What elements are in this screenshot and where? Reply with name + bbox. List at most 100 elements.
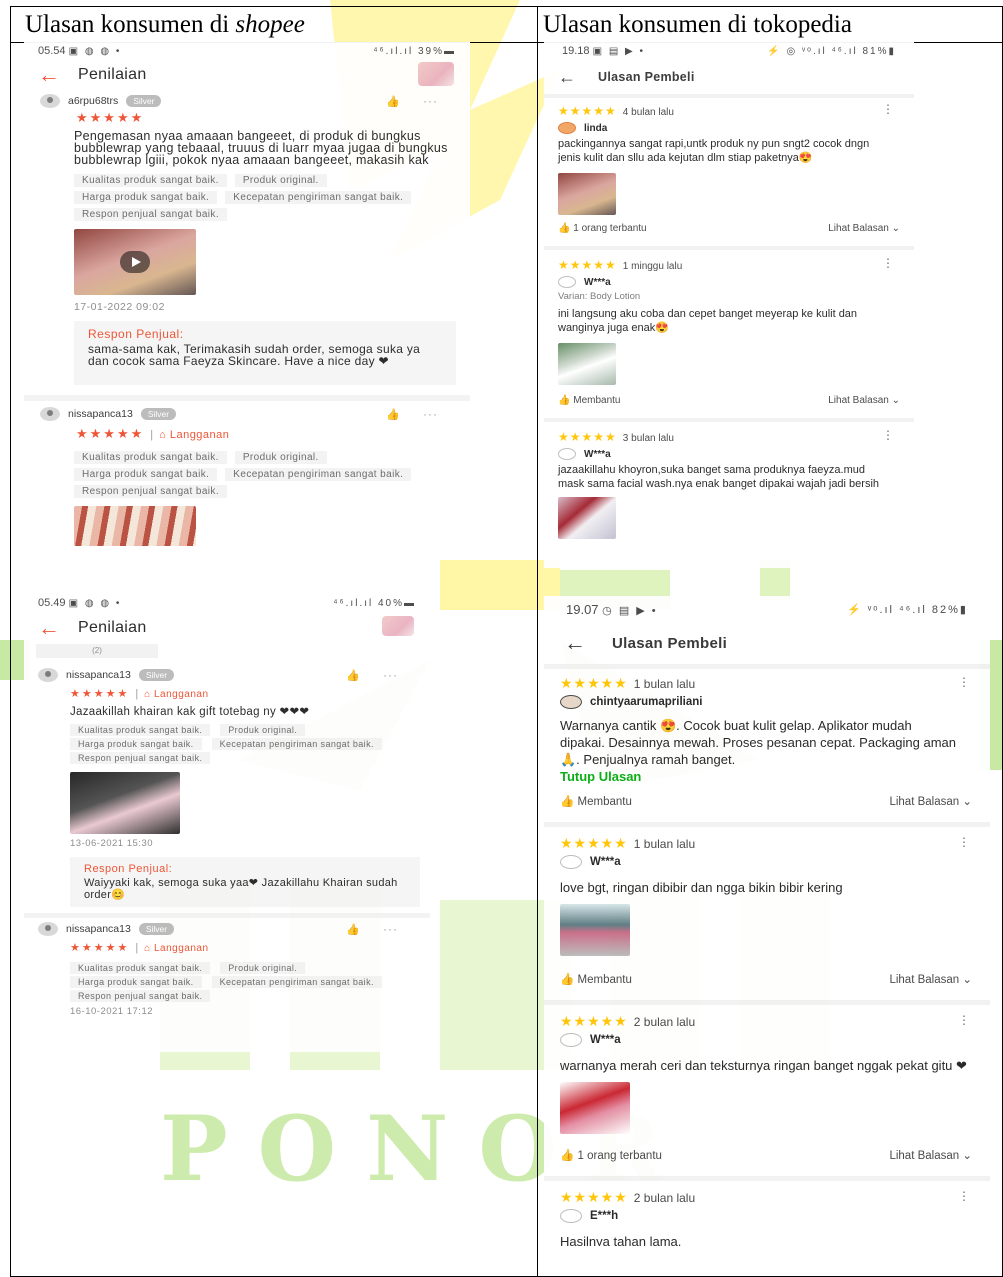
app-bar: ← Penilaian [24,60,470,90]
avatar [560,1033,582,1047]
username: linda [584,122,608,134]
back-arrow-icon[interactable]: ← [38,617,60,639]
review-user: a6rpu68trs Silver 👍 ··· [40,94,456,108]
rating-row: ★★★★★ | ⌂ Langganan [76,426,230,441]
tag-quality: Kualitas produk sangat baik. [74,451,227,464]
tokopedia-screenshot-2: 19.07 ◷ ▤ ▶ • ⚡ ᵛᵒ.ıl ⁴⁶.ıl 82%▮ ← Ulasa… [544,596,990,1246]
more-options-icon[interactable]: ··· [383,668,398,682]
page-title: Penilaian [78,619,147,636]
review-date: 17-01-2022 09:02 [74,301,165,313]
review-footer: 👍 1 orang terbantu Lihat Balasan ⌄ [558,223,900,234]
subscriber-label: ⌂ Langganan [159,429,230,441]
review-photo[interactable] [558,497,616,539]
helpful-button[interactable]: 👍 Membantu [560,794,632,808]
review-photo[interactable] [558,173,616,215]
play-icon [120,251,150,273]
back-arrow-icon[interactable]: ← [564,632,586,654]
review-tags: Kualitas produk sangat baik. Produk orig… [74,451,454,498]
helpful-button[interactable]: 👍 Membantu [558,395,620,406]
like-icon[interactable]: 👍 [346,923,360,936]
filter-chip[interactable]: (2) [36,644,158,658]
review-item: ★★★★★ 1 bulan lalu ⋮ chintyaarumapriliani… [544,669,990,808]
review-text: ini langsung aku coba dan cepet banget m… [558,308,858,334]
seller-response-title: Respon Penjual: [88,327,184,341]
review-user: chintyaarumapriliani [560,695,972,709]
review-footer: 👍 Membantu Lihat Balasan ⌄ [560,972,972,986]
like-icon[interactable]: 👍 [386,408,400,421]
tag-response: Respon penjual sangat baik. [74,485,228,498]
tag-quality: Kualitas produk sangat baik. [70,962,211,974]
kebab-menu-icon[interactable]: ⋮ [958,675,970,689]
back-arrow-icon[interactable]: ← [38,64,60,86]
review-photo[interactable] [74,506,196,546]
helpful-button[interactable]: 👍 Membantu [560,972,632,986]
review-item: a6rpu68trs Silver 👍 ··· ★★★★★ Pengemasan… [24,90,470,385]
review-item: nissapanca13 Silver 👍 ··· ★★★★★ | ⌂ Langga… [24,658,430,907]
review-time: 2 bulan lalu [633,1015,696,1029]
member-badge: Silver [140,408,177,420]
review-text: Hasilnya tahan lama. [560,1234,682,1246]
rating-stars: ★★★★★ [560,1013,628,1029]
rating-row: ★★★★★ | ⌂ Langganan [70,688,209,700]
view-reply-button[interactable]: Lihat Balasan ⌄ [889,972,972,986]
review-footer: 👍 Membantu Lihat Balasan ⌄ [560,794,972,808]
avatar [560,855,582,869]
subscriber-label: ⌂ Langganan [144,689,209,700]
helpful-button[interactable]: 👍 1 orang terbantu [558,223,647,234]
rating-stars: ★★★★★ [558,430,617,444]
view-reply-button[interactable]: Lihat Balasan ⌄ [828,223,900,234]
page-title: Penilaian [78,66,147,83]
product-thumbnail[interactable] [418,62,454,86]
view-reply-button[interactable]: Lihat Balasan ⌄ [828,395,900,406]
review-user: nissapanca13 Silver 👍 ··· [38,922,416,936]
kebab-menu-icon[interactable]: ⋮ [958,1013,970,1027]
helpful-button[interactable]: 👍 1 orang terbantu [560,1148,662,1162]
review-photo[interactable] [560,1082,630,1134]
app-bar: ← Ulasan Pembeli [544,60,914,94]
avatar [38,668,58,682]
review-item: ★★★★★ 1 bulan lalu ⋮ W***a love bgt, ring… [544,827,990,986]
avatar [558,276,576,288]
avatar [560,1209,582,1223]
back-arrow-icon[interactable]: ← [558,68,576,86]
app-bar: ← Penilaian [24,614,430,642]
username: chintyaarumapriliani [590,696,703,708]
review-user: E***h [560,1209,972,1223]
username: W***a [584,276,611,288]
member-badge: Silver [138,923,175,935]
kebab-menu-icon[interactable]: ⋮ [882,256,894,270]
like-icon[interactable]: 👍 [386,95,400,108]
rating-stars: ★★★★★ [560,835,628,851]
review-photo[interactable] [558,343,616,385]
tag-price: Harga produk sangat baik. [74,468,218,481]
username: W***a [590,856,621,868]
rating-stars: ★★★★★ [560,675,628,691]
more-options-icon[interactable]: ··· [423,94,438,108]
rating-stars: ★★★★★ [558,104,617,118]
tag-original: Produk original. [220,724,306,736]
view-reply-button[interactable]: Lihat Balasan ⌄ [889,794,972,808]
review-photo[interactable] [560,904,630,956]
collapse-review-link[interactable]: Tutup Ulasan [560,769,972,784]
username: E***h [590,1210,619,1222]
product-thumbnail[interactable] [382,616,414,636]
review-photo[interactable] [70,772,180,834]
seller-response: Respon Penjual: Waiyyaki kak, semoga suk… [70,857,420,907]
variant-label: Varian: Body Lotion [558,291,641,302]
tag-shipping: Kecepatan pengiriman sangat baik. [225,468,412,481]
kebab-menu-icon[interactable]: ⋮ [958,1189,970,1203]
review-video-thumbnail[interactable] [74,229,196,295]
more-options-icon[interactable]: ··· [383,922,398,936]
kebab-menu-icon[interactable]: ⋮ [958,835,970,849]
view-reply-button[interactable]: Lihat Balasan ⌄ [889,1148,972,1162]
more-options-icon[interactable]: ··· [423,407,438,421]
shopee-screenshot-2: 05.49 ▣ ◍ ◍ • ⁴⁶.ıl.ıl 40%▬ ← Penilaian … [24,592,430,1052]
like-icon[interactable]: 👍 [346,669,360,682]
kebab-menu-icon[interactable]: ⋮ [882,428,894,442]
status-bar: 19.07 ◷ ▤ ▶ • ⚡ ᵛᵒ.ıl ⁴⁶.ıl 82%▮ [566,601,968,617]
tag-shipping: Kecepatan pengiriman sangat baik. [211,976,382,988]
kebab-menu-icon[interactable]: ⋮ [882,102,894,116]
tag-price: Harga produk sangat baik. [70,738,202,750]
app-bar: ← Ulasan Pembeli [544,622,990,664]
page-title: Ulasan Pembeli [598,70,695,84]
